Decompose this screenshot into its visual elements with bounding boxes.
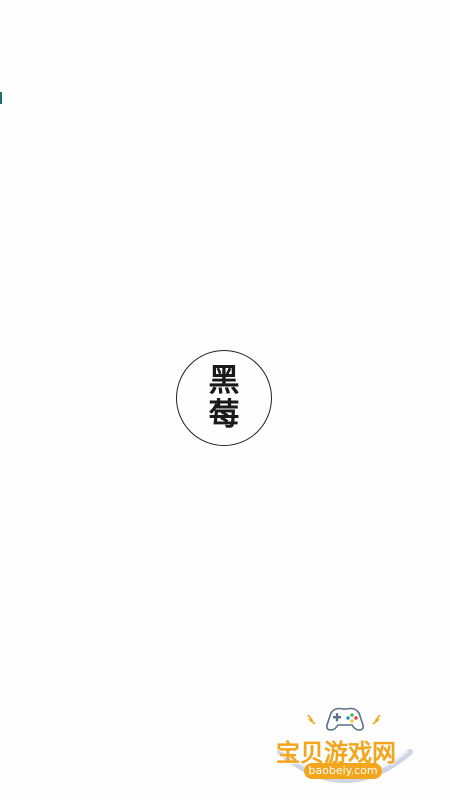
- edge-indicator: [0, 92, 2, 104]
- gamepad-icon: [326, 707, 364, 731]
- site-watermark: 宝贝游戏网 baobeiy.com: [270, 700, 420, 792]
- splash-screen: 黑 莓 宝贝游戏网 baobeiy.com: [0, 0, 450, 800]
- watermark-url: baobeiy.com: [304, 763, 382, 779]
- app-logo: 黑 莓: [176, 350, 272, 446]
- logo-char-bottom: 莓: [208, 397, 240, 433]
- spark-right-icon: [372, 714, 381, 725]
- logo-char-top: 黑: [208, 363, 240, 399]
- spark-left-icon: [307, 714, 316, 725]
